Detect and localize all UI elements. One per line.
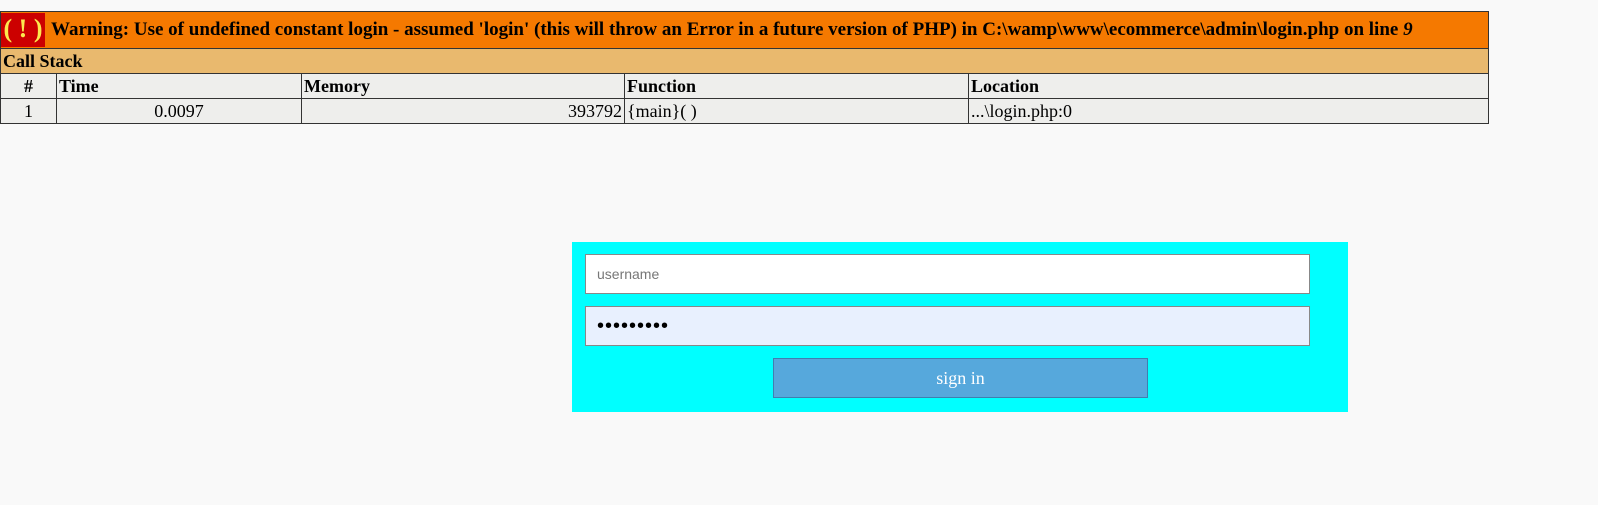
cell-num: 1 xyxy=(0,98,57,124)
cell-location: ...\login.php:0 xyxy=(968,98,1489,124)
column-header-time: Time xyxy=(56,73,302,99)
warning-header: ( ! ) Warning: Use of undefined constant … xyxy=(0,11,1489,49)
cell-memory: 393792 xyxy=(301,98,625,124)
callstack-title-row: Call Stack xyxy=(0,48,1489,74)
column-header-memory: Memory xyxy=(301,73,625,99)
warning-text: Warning: Use of undefined constant login… xyxy=(51,19,1404,40)
warning-row: ( ! ) Warning: Use of undefined constant … xyxy=(0,11,1489,49)
login-form: sign in xyxy=(572,242,1348,412)
warning-line-number: 9 xyxy=(1403,19,1413,40)
xdebug-error-table: ( ! ) Warning: Use of undefined constant … xyxy=(0,11,1489,124)
warning-icon: ( ! ) xyxy=(1,13,45,47)
column-header-num: # xyxy=(0,73,57,99)
password-input[interactable] xyxy=(585,306,1310,346)
sign-in-button[interactable]: sign in xyxy=(773,358,1148,398)
warning-message: Warning: Use of undefined constant login… xyxy=(51,19,1413,40)
column-header-location: Location xyxy=(968,73,1489,99)
cell-function: {main}( ) xyxy=(624,98,969,124)
callstack-title: Call Stack xyxy=(0,48,1489,74)
cell-time: 0.0097 xyxy=(56,98,302,124)
table-row: 1 0.0097 393792 {main}( ) ...\login.php:… xyxy=(0,98,1489,124)
column-header-function: Function xyxy=(624,73,969,99)
username-input[interactable] xyxy=(585,254,1310,294)
callstack-header-row: # Time Memory Function Location xyxy=(0,73,1489,99)
